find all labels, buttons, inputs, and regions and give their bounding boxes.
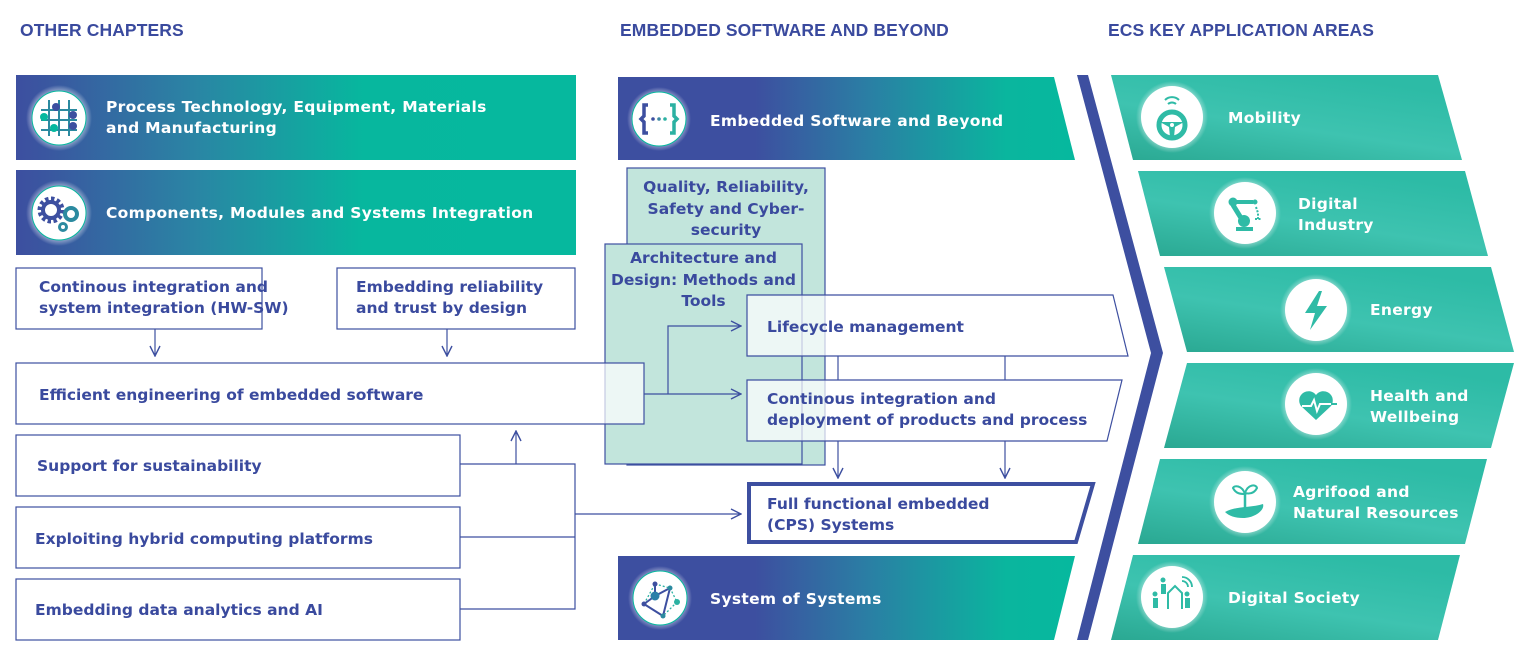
data-ai-label: Embedding data analytics and AI: [35, 601, 323, 619]
full-functional-label: Full functional embedded (CPS) Systems: [767, 494, 990, 536]
architecture-line3: Tools: [681, 292, 726, 310]
reliability-line1: Embedding reliability: [356, 278, 544, 296]
area-digital-society-label: Digital Society: [1228, 589, 1361, 607]
chapter-process-line1: Process Technology, Equipment, Materials: [106, 98, 487, 116]
area-digital-industry-line2: Industry: [1298, 216, 1374, 234]
robot-arm-icon: [1209, 177, 1281, 249]
quality-label: Quality, Reliability, Safety and Cyber- …: [627, 177, 825, 242]
banner-embedded-software-label: Embedded Software and Beyond: [710, 112, 1004, 130]
quality-line1: Quality, Reliability,: [643, 178, 809, 196]
quality-line3: security: [690, 221, 762, 239]
quality-line2: Safety and Cyber-: [647, 199, 805, 218]
application-bands: [1111, 75, 1514, 640]
area-agrifood-label: Agrifood and Natural Resources: [1293, 482, 1459, 524]
area-health-line2: Wellbeing: [1370, 408, 1460, 426]
sustainability-label: Support for sustainability: [37, 457, 262, 475]
ci-deploy-label: Continous integration and deployment of …: [767, 389, 1087, 431]
full-functional-line2: (CPS) Systems: [767, 516, 895, 534]
chapter-components-label: Components, Modules and Systems Integrat…: [106, 204, 534, 222]
steering-wheel-icon: [1136, 81, 1208, 153]
heart-pulse-icon: [1280, 368, 1352, 440]
area-digital-industry-line1: Digital: [1298, 195, 1358, 213]
gears-icon: [26, 180, 92, 246]
ci-system-line1: Continous integration and: [39, 278, 268, 296]
hybrid-label: Exploiting hybrid computing platforms: [35, 530, 373, 548]
reliability-label: Embedding reliability and trust by desig…: [356, 277, 543, 319]
architecture-line1: Architecture and: [630, 249, 777, 267]
architecture-label: Architecture and Design: Methods and Too…: [605, 248, 802, 313]
ci-system-line2: system integration (HW-SW): [39, 299, 289, 317]
curly-braces-icon: [627, 87, 691, 151]
area-digital-industry-label: Digital Industry: [1298, 194, 1374, 236]
banner-system-of-systems-label: System of Systems: [710, 590, 882, 608]
chapter-process-label: Process Technology, Equipment, Materials…: [106, 97, 487, 139]
reliability-line2: and trust by design: [356, 299, 527, 317]
architecture-line2: Design: Methods and: [611, 270, 796, 289]
area-mobility-label: Mobility: [1228, 109, 1302, 127]
lightning-icon: [1280, 274, 1352, 346]
people-city-icon: [1136, 561, 1208, 633]
efficient-label: Efficient engineering of embedded softwa…: [39, 386, 424, 404]
full-functional-line1: Full functional embedded: [767, 495, 990, 513]
lifecycle-label: Lifecycle management: [767, 318, 964, 336]
area-agrifood-line1: Agrifood and: [1293, 483, 1410, 501]
ci-deploy-line2: deployment of products and process: [767, 411, 1088, 429]
ci-system-label: Continous integration and system integra…: [39, 277, 289, 319]
plant-hand-icon: [1209, 466, 1281, 538]
ci-deploy-line1: Continous integration and: [767, 390, 996, 408]
area-energy-label: Energy: [1370, 301, 1433, 319]
network-icon: [628, 566, 692, 630]
area-health-line1: Health and: [1370, 387, 1469, 405]
area-agrifood-line2: Natural Resources: [1293, 504, 1459, 522]
process-grid-icon: [26, 85, 92, 151]
area-health-label: Health and Wellbeing: [1370, 386, 1469, 428]
chapter-process-line2: and Manufacturing: [106, 119, 277, 137]
